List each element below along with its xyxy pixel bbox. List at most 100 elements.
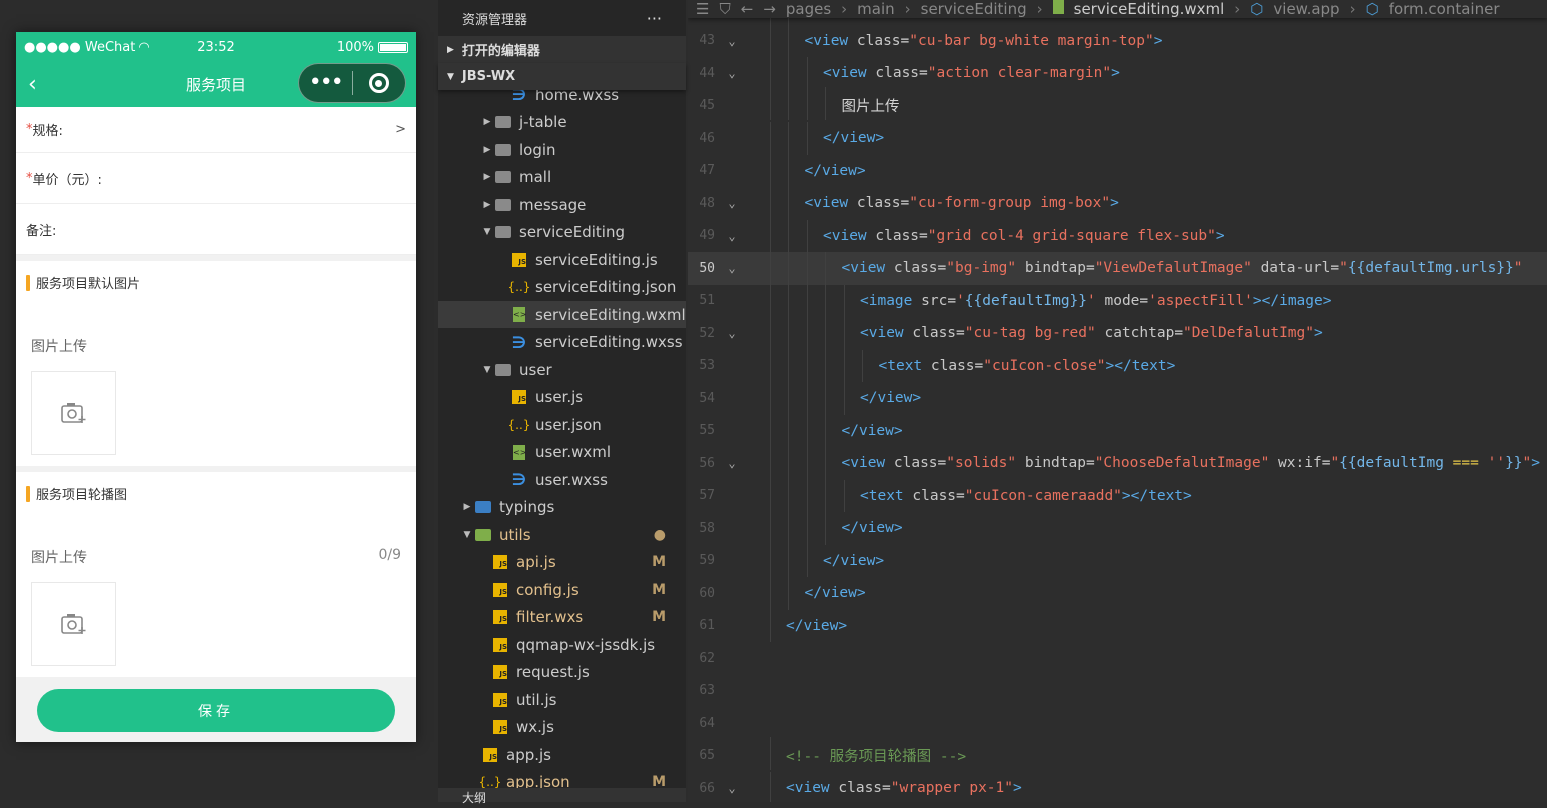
tree-item[interactable]: ▶ mall	[438, 164, 686, 191]
code-text: </view>	[749, 154, 866, 188]
breadcrumb-item[interactable]: form.container	[1389, 0, 1500, 18]
code-line[interactable]: 54 </view>	[688, 382, 1547, 415]
tree-item[interactable]: JS filter.wxs M	[438, 604, 686, 631]
chevron-right-icon: ›	[1234, 0, 1241, 18]
code-line[interactable]: 53 <text class="cuIcon-close"></text>	[688, 349, 1547, 383]
save-button[interactable]: 保存	[37, 689, 395, 732]
forward-arrow-icon[interactable]: →	[763, 0, 776, 18]
breadcrumb-item[interactable]: pages	[786, 0, 831, 18]
line-number: 59	[699, 553, 715, 569]
status-bar: ●●●●● WeChat ◠ 23:52 100%	[16, 32, 416, 62]
code-line[interactable]: 44 ⌄ <view class="action clear-margin">	[688, 57, 1547, 90]
bookmark-icon[interactable]: ⛉	[719, 0, 730, 18]
tree-item[interactable]: ▶ typings	[438, 494, 686, 521]
fold-chevron-icon[interactable]: ⌄	[715, 229, 749, 243]
code-line[interactable]: 43 ⌄ <view class="cu-bar bg-white margin-t…	[688, 24, 1547, 58]
add-image-button[interactable]	[31, 582, 116, 666]
tree-item[interactable]: <> serviceEditing.wxml	[438, 301, 686, 328]
code-line[interactable]: 61 </view>	[688, 609, 1547, 643]
folder-icon	[494, 169, 512, 185]
form-row[interactable]: * 规格: >	[16, 107, 416, 153]
code-line[interactable]: 48 ⌄ <view class="cu-form-group img-box">	[688, 187, 1547, 220]
code-text: 图片上传	[749, 87, 900, 120]
tree-item[interactable]: JS api.js M	[438, 549, 686, 576]
list-icon[interactable]: ☰	[696, 0, 709, 18]
add-image-button[interactable]	[31, 371, 116, 455]
code-line[interactable]: 63	[688, 675, 1547, 708]
code-line[interactable]: 65 <!-- 服务项目轮播图 -->	[688, 737, 1547, 773]
back-arrow-icon[interactable]: ←	[741, 0, 754, 18]
tree-item[interactable]: JS request.js	[438, 659, 686, 686]
breadcrumb-item[interactable]: main	[857, 0, 894, 18]
tree-item[interactable]: JS util.js	[438, 686, 686, 713]
git-status-badge: M	[652, 581, 666, 598]
back-button[interactable]: ‹	[28, 72, 37, 97]
git-status-badge: M	[652, 774, 666, 788]
breadcrumb-item[interactable]: view.app	[1273, 0, 1339, 18]
code-line[interactable]: 52 ⌄ <view class="cu-tag bg-red" catchtap=…	[688, 317, 1547, 350]
fold-chevron-icon[interactable]: ⌄	[715, 781, 749, 795]
code-line[interactable]: 57 <text class="cuIcon-cameraadd"></text>	[688, 479, 1547, 513]
tree-item[interactable]: ∋ serviceEditing.wxss	[438, 329, 686, 356]
tree-item[interactable]: JS config.js M	[438, 576, 686, 603]
tree-item[interactable]: ▼ user	[438, 356, 686, 383]
tree-item[interactable]: ▶ login	[438, 136, 686, 163]
code-line[interactable]: 58 </view>	[688, 512, 1547, 545]
fold-chevron-icon[interactable]: ⌄	[715, 261, 749, 275]
code-line[interactable]: 49 ⌄ <view class="grid col-4 grid-square f…	[688, 219, 1547, 253]
tree-item[interactable]: ▶ j-table	[438, 109, 686, 136]
fold-chevron-icon[interactable]: ⌄	[715, 66, 749, 80]
code-line[interactable]: 64	[688, 707, 1547, 740]
js-icon: JS	[491, 582, 509, 598]
fold-chevron-icon[interactable]: ⌄	[715, 196, 749, 210]
tree-item[interactable]: JS qqmap-wx-jssdk.js	[438, 631, 686, 658]
file-name: j-table	[519, 113, 567, 131]
code-line[interactable]: 55 </view>	[688, 414, 1547, 448]
tree-item[interactable]: ▶ message	[438, 191, 686, 218]
code-line[interactable]: 62	[688, 642, 1547, 675]
tree-item[interactable]: JS serviceEditing.js	[438, 246, 686, 273]
more-button[interactable]: •••	[299, 72, 352, 94]
code-line[interactable]: 46 </view>	[688, 122, 1547, 155]
tree-item[interactable]: <> user.wxml	[438, 439, 686, 466]
accent-bar	[26, 485, 30, 502]
tree-item[interactable]: JS wx.js	[438, 714, 686, 741]
form-row[interactable]: * 单价（元）:	[16, 153, 416, 204]
wechat-simulator: ●●●●● WeChat ◠ 23:52 100% ‹ 服务项目 ••• * 规格…	[16, 32, 416, 742]
code-line[interactable]: 47 </view>	[688, 154, 1547, 188]
code-line[interactable]: 66 ⌄ <view class="wrapper px-1">	[688, 772, 1547, 802]
code-line[interactable]: 51 <image src='{{defaultImg}}' mode='aspe…	[688, 284, 1547, 318]
code-line[interactable]: 60 </view>	[688, 577, 1547, 610]
project-section[interactable]: ▼ JBS-WX	[438, 63, 686, 90]
close-miniprogram-button[interactable]	[352, 73, 405, 93]
wxss-icon: ∋	[511, 332, 527, 352]
tree-item[interactable]: ▼ utils ●	[438, 521, 686, 548]
fold-chevron-icon[interactable]: ⌄	[715, 34, 749, 48]
fold-chevron-icon[interactable]: ⌄	[715, 326, 749, 340]
form-row[interactable]: 备注:	[16, 204, 416, 255]
line-number: 65	[699, 748, 715, 764]
code-text: <text class="cuIcon-cameraadd"></text>	[749, 479, 1192, 513]
cube-icon: ⬡	[1365, 0, 1379, 18]
tree-item[interactable]: ▼ serviceEditing	[438, 219, 686, 246]
tree-item[interactable]: ∋ user.wxss	[438, 466, 686, 493]
code-line[interactable]: 45 图片上传	[688, 87, 1547, 123]
tree-item[interactable]: JS user.js	[438, 384, 686, 411]
tree-item[interactable]: {..} app.json M	[438, 769, 686, 788]
breadcrumb-item[interactable]: serviceEditing.wxml	[1074, 0, 1225, 18]
chevron-right-icon: ▶	[483, 117, 491, 127]
tree-item[interactable]: JS app.js	[438, 741, 686, 768]
tree-item[interactable]: {..} serviceEditing.json	[438, 274, 686, 301]
code-line[interactable]: 50 ⌄ <view class="bg-img" bindtap="ViewDef…	[688, 252, 1547, 285]
fold-chevron-icon[interactable]: ⌄	[715, 456, 749, 470]
code-editor[interactable]: ☰ ⛉ ← → pages › main › serviceEditing › servic…	[688, 0, 1547, 802]
file-name: serviceEditing.wxml	[535, 305, 686, 324]
breadcrumb-item[interactable]: serviceEditing	[921, 0, 1027, 18]
open-editors-section[interactable]: ▶ 打开的编辑器	[438, 36, 686, 63]
outline-section[interactable]: 大纲	[438, 788, 686, 805]
code-line[interactable]: 56 ⌄ <view class="solids" bindtap="ChooseD…	[688, 447, 1547, 480]
code-line[interactable]: 59 </view>	[688, 544, 1547, 578]
tree-item[interactable]: {..} user.json	[438, 411, 686, 438]
more-actions-button[interactable]: ···	[647, 9, 662, 28]
image-upload-card: 服务项目轮播图 图片上传 0/9	[16, 472, 416, 677]
